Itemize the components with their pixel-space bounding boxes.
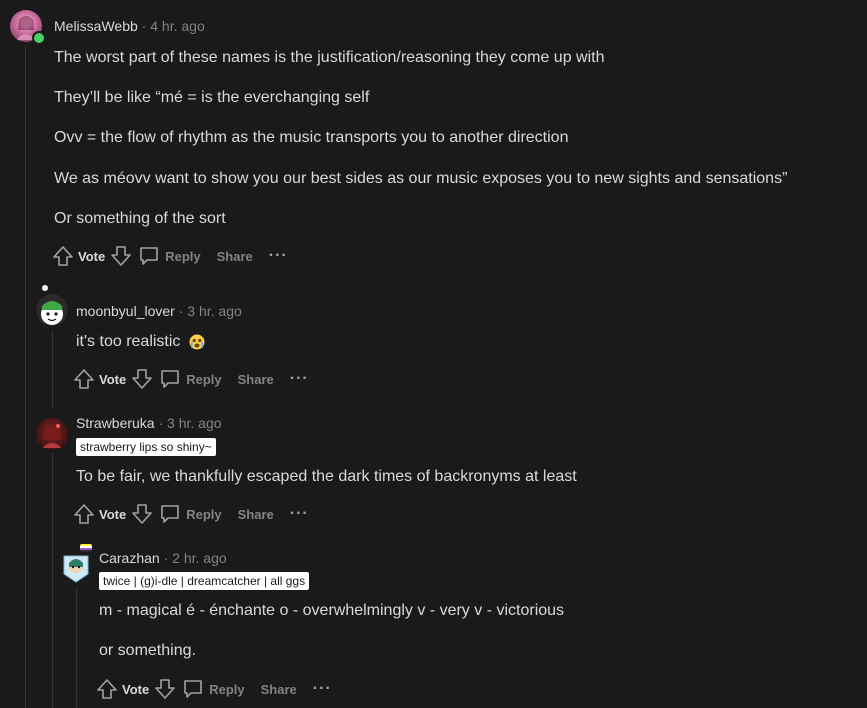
vote-count: Vote [99,371,127,387]
comment-text: The worst part of these names is the jus… [54,49,605,66]
avatar-strawberuka[interactable] [36,418,68,450]
vote-count: Vote [122,681,150,697]
speech-bubble-icon [159,503,181,525]
more-options-button[interactable]: ··· [290,505,309,523]
separator: · [178,303,184,319]
arrow-down-icon[interactable] [131,368,153,390]
thread-line-3[interactable] [52,452,53,708]
timestamp[interactable]: 3 hr. ago [167,415,222,431]
share-button[interactable]: Share [238,507,274,522]
comment-text: They’ll be like “mé = is the everchangin… [54,89,370,106]
timestamp[interactable]: 3 hr. ago [187,303,242,319]
reply-button[interactable]: Reply [138,245,201,267]
comment-meta: Carazhan · 2 hr. ago [99,549,227,567]
comment-actions: Vote Reply Share ··· [73,365,309,393]
more-options-button[interactable]: ··· [269,247,288,265]
vote-count: Vote [78,248,106,264]
timestamp[interactable]: 4 hr. ago [150,18,205,34]
comment-text: Or something of the sort [54,210,226,227]
thread-line-4[interactable] [76,588,77,708]
arrow-up-icon[interactable] [73,368,95,390]
vote-count: Vote [99,506,127,522]
share-button[interactable]: Share [217,249,253,264]
username[interactable]: Carazhan [99,550,160,566]
arrow-down-icon[interactable] [154,678,176,700]
reply-button[interactable]: Reply [182,678,245,700]
username[interactable]: Strawberuka [76,415,155,431]
more-options-button[interactable]: ··· [290,370,309,388]
pride-flag-icon [80,544,92,552]
separator: · [158,415,164,431]
comment-text: m - magical é - énchante o - overwhelmin… [99,602,565,619]
reply-label: Reply [165,248,201,264]
reply-button[interactable]: Reply [159,368,222,390]
arrow-down-icon[interactable] [131,503,153,525]
timestamp[interactable]: 2 hr. ago [172,550,227,566]
comment-meta: MelissaWebb · 4 hr. ago [54,17,205,35]
comment-actions: Vote Reply Share ··· [96,675,332,703]
crying-face-emoji-icon [189,334,205,350]
speech-bubble-icon [182,678,204,700]
user-flair: twice | (g)i-dle | dreamcatcher | all gg… [99,572,310,590]
comment-meta: Strawberuka · 3 hr. ago [76,414,222,432]
arrow-up-icon[interactable] [52,245,74,267]
user-flair: strawberry lips so shiny~ [76,438,216,456]
arrow-up-icon[interactable] [73,503,95,525]
separator: · [141,18,147,34]
speech-bubble-icon [159,368,181,390]
arrow-up-icon[interactable] [96,678,118,700]
reply-label: Reply [209,681,245,697]
comment-text: or something. [99,642,196,659]
comment-text: Ovv = the flow of rhythm as the music tr… [54,129,569,146]
thread-line-2[interactable] [52,330,53,408]
avatar-carazhan[interactable] [60,550,92,584]
avatar-moonbyul-lover[interactable] [36,294,68,326]
speech-bubble-icon [138,245,160,267]
comment-text: We as méovv want to show you our best si… [54,170,788,187]
separator: · [163,550,169,566]
snoo-antenna-icon [42,285,48,291]
username[interactable]: moonbyul_lover [76,303,175,319]
comment-text-line: it's too realistic [76,331,205,353]
username[interactable]: MelissaWebb [54,18,138,34]
comment-text: it's too realistic [76,333,181,350]
share-button[interactable]: Share [261,682,297,697]
share-button[interactable]: Share [238,372,274,387]
comment-actions: Vote Reply Share ··· [73,500,309,528]
reply-button[interactable]: Reply [159,503,222,525]
reply-label: Reply [186,506,222,522]
more-options-button[interactable]: ··· [313,680,332,698]
arrow-down-icon[interactable] [110,245,132,267]
online-status-dot [32,31,46,45]
thread-line-1[interactable] [25,46,26,708]
comment-meta: moonbyul_lover · 3 hr. ago [76,302,242,320]
comment-text: To be fair, we thankfully escaped the da… [76,468,577,485]
reply-label: Reply [186,371,222,387]
comment-actions: Vote Reply Share ··· [52,242,288,270]
